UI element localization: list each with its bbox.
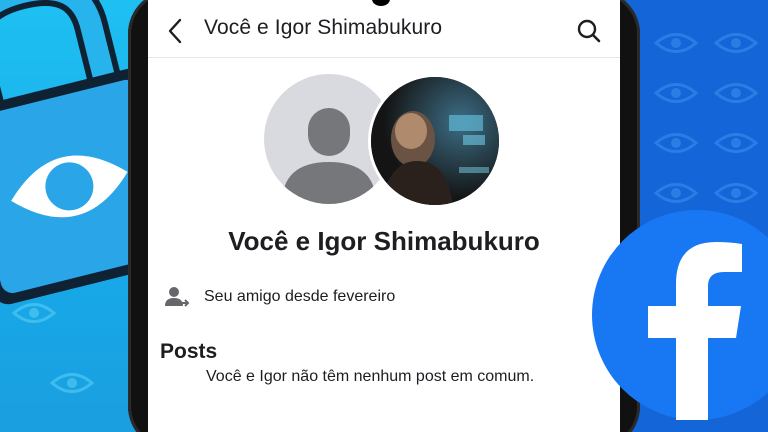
eye-pattern-icon (714, 83, 758, 103)
phone-screen: Você e Igor Shimabukuro Você e Igor Shim… (148, 0, 620, 432)
posts-empty-message: Você e Igor não têm nenhum post em comum… (206, 368, 535, 385)
friends-icon (165, 287, 190, 307)
eye-pattern-icon (714, 33, 758, 53)
friend-photo-image (371, 77, 499, 205)
friendship-text: Seu amigo desde fevereiro (204, 288, 396, 305)
eye-pattern-icon (50, 373, 94, 393)
search-icon (577, 19, 601, 43)
eye-pattern-icon (654, 83, 698, 103)
search-button[interactable] (574, 16, 604, 46)
conversation-heading: Você e Igor Shimabukuro (228, 226, 540, 256)
posts-section-title: Posts (160, 340, 218, 363)
eye-pattern-icon (714, 133, 758, 153)
page-title: Você e Igor Shimabukuro (204, 16, 443, 39)
eye-pattern-icon (654, 183, 698, 203)
eye-pattern-icon (714, 183, 758, 203)
eye-pattern-icon (654, 33, 698, 53)
friend-avatar[interactable] (368, 74, 502, 208)
top-bar: Você e Igor Shimabukuro (148, 0, 620, 58)
friendship-info: Seu amigo desde fevereiro (164, 282, 395, 312)
eye-pattern-icon (654, 133, 698, 153)
chevron-left-icon (168, 18, 182, 44)
back-button[interactable] (162, 16, 188, 46)
facebook-logo-icon (592, 210, 768, 420)
